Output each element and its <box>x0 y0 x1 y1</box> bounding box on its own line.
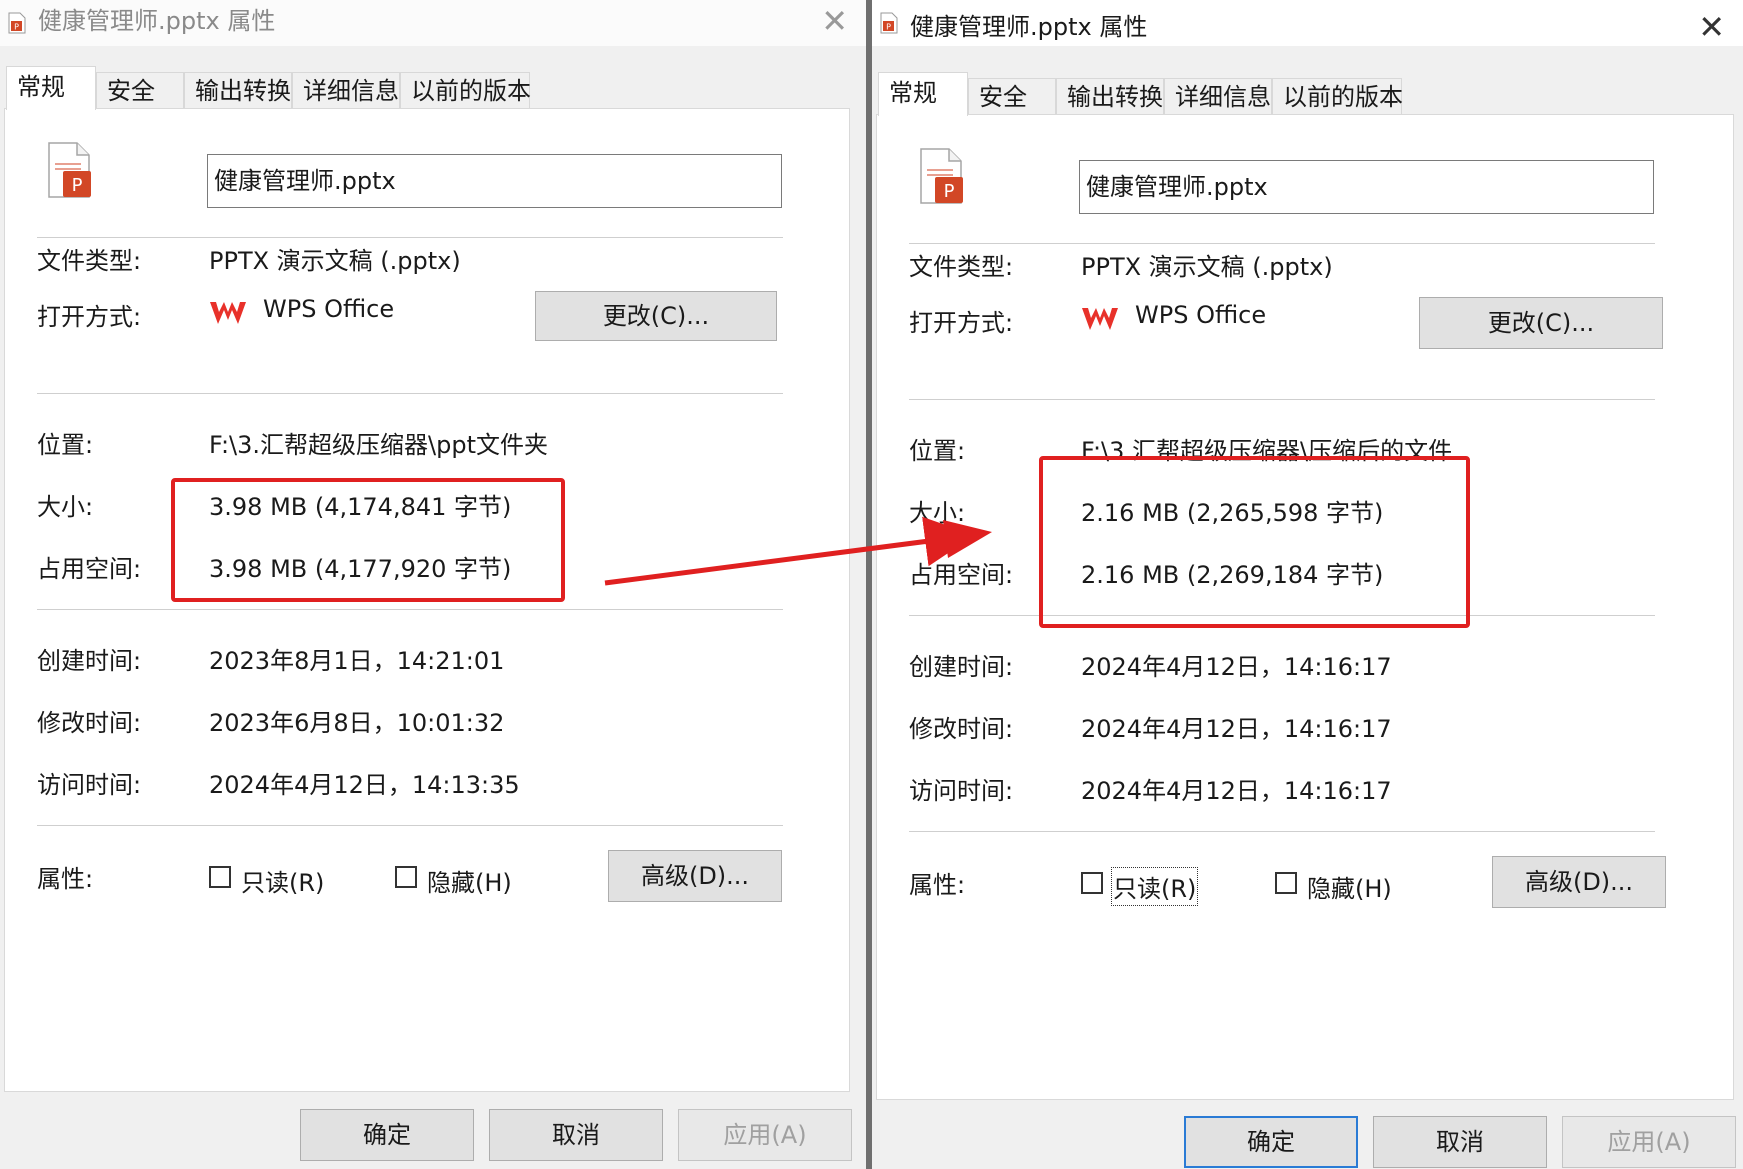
hidden-checkbox[interactable] <box>1275 872 1297 894</box>
tab-details[interactable]: 详细信息 <box>292 72 400 108</box>
title-bar[interactable]: P 健康管理师.pptx 属性 ✕ <box>0 0 866 46</box>
tab-security[interactable]: 安全 <box>968 78 1056 114</box>
advanced-button[interactable]: 高级(D)... <box>1492 856 1666 908</box>
modified-label: 修改时间: <box>37 709 142 737</box>
tab-general[interactable]: 常规 <box>6 66 96 110</box>
size-value: 3.98 MB (4,174,841 字节) <box>209 493 512 521</box>
accessed-value: 2024年4月12日，14:13:35 <box>209 771 520 799</box>
powerpoint-file-icon: P <box>880 12 898 34</box>
properties-dialog-compressed: P 健康管理师.pptx 属性 ✕ 常规 安全 输出转换 详细信息 以前的版本 … <box>872 0 1743 1169</box>
svg-text:P: P <box>944 181 955 202</box>
tab-details[interactable]: 详细信息 <box>1164 78 1272 114</box>
location-label: 位置: <box>37 431 94 459</box>
file-type-value: PPTX 演示文稿 (.pptx) <box>1081 253 1333 281</box>
location-label: 位置: <box>909 437 966 465</box>
separator <box>909 615 1655 616</box>
svg-text:P: P <box>72 175 83 196</box>
ok-button[interactable]: 确定 <box>300 1109 474 1161</box>
accessed-label: 访问时间: <box>909 777 1014 805</box>
separator <box>37 393 783 394</box>
modified-value: 2024年4月12日，14:16:17 <box>1081 715 1392 743</box>
readonly-checkbox[interactable] <box>209 866 231 888</box>
separator <box>909 243 1655 244</box>
file-name-input[interactable]: 健康管理师.pptx <box>1079 160 1654 214</box>
file-type-value: PPTX 演示文稿 (.pptx) <box>209 247 461 275</box>
readonly-label[interactable]: 只读(R) <box>1110 867 1199 906</box>
disk-size-value: 3.98 MB (4,177,920 字节) <box>209 555 512 583</box>
powerpoint-file-icon: P <box>48 142 91 198</box>
apply-button[interactable]: 应用(A) <box>678 1109 852 1161</box>
powerpoint-file-icon: P <box>920 148 963 204</box>
disk-size-label: 占用空间: <box>909 561 1014 589</box>
tab-output-convert[interactable]: 输出转换 <box>1056 78 1164 114</box>
close-icon[interactable]: ✕ <box>1698 10 1725 44</box>
size-label: 大小: <box>909 499 966 527</box>
open-with-value: WPS Office <box>1135 301 1267 329</box>
cancel-button[interactable]: 取消 <box>489 1109 663 1161</box>
created-label: 创建时间: <box>37 647 142 675</box>
created-value: 2024年4月12日，14:16:17 <box>1081 653 1392 681</box>
change-button[interactable]: 更改(C)... <box>1419 297 1663 349</box>
modified-value: 2023年6月8日，10:01:32 <box>209 709 505 737</box>
wps-office-icon <box>1082 308 1118 330</box>
tab-output-convert[interactable]: 输出转换 <box>184 72 292 108</box>
separator <box>37 237 783 238</box>
accessed-label: 访问时间: <box>37 771 142 799</box>
open-with-value: WPS Office <box>263 295 395 323</box>
disk-size-label: 占用空间: <box>37 555 142 583</box>
separator <box>909 831 1655 832</box>
created-value: 2023年8月1日，14:21:01 <box>209 647 505 675</box>
wps-office-icon <box>210 302 246 324</box>
window-title: 健康管理师.pptx 属性 <box>38 7 276 35</box>
attributes-label: 属性: <box>37 865 94 893</box>
disk-size-value: 2.16 MB (2,269,184 字节) <box>1081 561 1384 589</box>
hidden-label[interactable]: 隐藏(H) <box>427 863 512 898</box>
cancel-button[interactable]: 取消 <box>1373 1116 1547 1168</box>
separator <box>37 825 783 826</box>
change-button[interactable]: 更改(C)... <box>535 291 777 341</box>
created-label: 创建时间: <box>909 653 1014 681</box>
svg-text:P: P <box>14 23 19 32</box>
close-icon[interactable]: ✕ <box>821 4 848 38</box>
separator <box>909 399 1655 400</box>
file-type-label: 文件类型: <box>909 253 1014 281</box>
general-panel: P 健康管理师.pptx 文件类型: PPTX 演示文稿 (.pptx) 打开方… <box>876 114 1734 1100</box>
hidden-checkbox[interactable] <box>395 866 417 888</box>
tab-general[interactable]: 常规 <box>878 72 968 116</box>
modified-label: 修改时间: <box>909 715 1014 743</box>
hidden-label[interactable]: 隐藏(H) <box>1307 869 1392 904</box>
window-title: 健康管理师.pptx 属性 <box>910 13 1148 41</box>
advanced-button[interactable]: 高级(D)... <box>608 850 782 902</box>
size-value: 2.16 MB (2,265,598 字节) <box>1081 499 1384 527</box>
readonly-checkbox[interactable] <box>1081 872 1103 894</box>
tab-previous-versions[interactable]: 以前的版本 <box>400 72 531 108</box>
readonly-label[interactable]: 只读(R) <box>241 863 324 898</box>
location-value: F:\3.汇帮超级压缩器\压缩后的文件 <box>1081 437 1453 465</box>
properties-dialog-original: P 健康管理师.pptx 属性 ✕ 常规 安全 输出转换 详细信息 以前的版本 … <box>0 0 866 1169</box>
tab-security[interactable]: 安全 <box>96 72 184 108</box>
open-with-label: 打开方式: <box>909 309 1014 337</box>
svg-text:P: P <box>886 23 891 32</box>
powerpoint-file-icon: P <box>8 12 26 34</box>
separator <box>37 609 783 610</box>
location-value: F:\3.汇帮超级压缩器\ppt文件夹 <box>209 431 548 459</box>
ok-button[interactable]: 确定 <box>1184 1116 1358 1168</box>
attributes-label: 属性: <box>909 871 966 899</box>
general-panel: P 健康管理师.pptx 文件类型: PPTX 演示文稿 (.pptx) 打开方… <box>4 108 850 1092</box>
accessed-value: 2024年4月12日，14:16:17 <box>1081 777 1392 805</box>
title-bar[interactable]: P 健康管理师.pptx 属性 ✕ <box>872 0 1743 46</box>
file-name-input[interactable]: 健康管理师.pptx <box>207 154 782 208</box>
size-label: 大小: <box>37 493 94 521</box>
file-type-label: 文件类型: <box>37 247 142 275</box>
tab-previous-versions[interactable]: 以前的版本 <box>1272 78 1403 114</box>
open-with-label: 打开方式: <box>37 303 142 331</box>
apply-button[interactable]: 应用(A) <box>1562 1116 1736 1168</box>
